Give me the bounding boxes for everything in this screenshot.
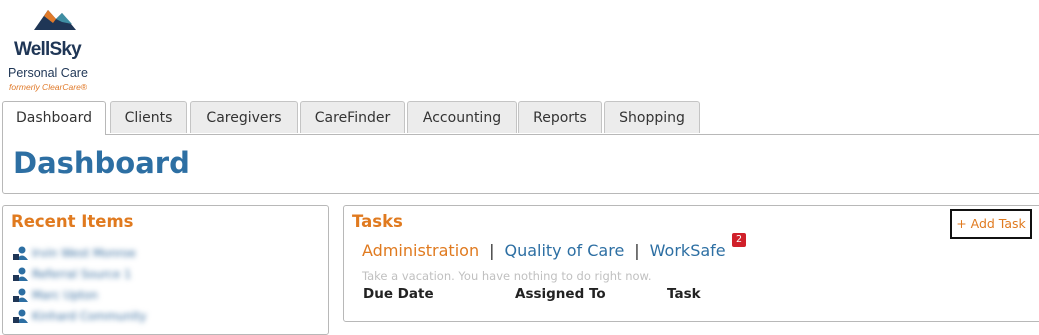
user-icon — [13, 246, 28, 260]
user-icon — [13, 288, 28, 302]
wellsky-logo: WellSky Personal Care formerly ClearCare… — [8, 6, 118, 98]
recent-item-label: Kinhard Community — [32, 308, 147, 323]
recent-item[interactable]: Referral Source 1 — [12, 263, 146, 284]
tab-accounting[interactable]: Accounting — [407, 101, 517, 133]
tab-clients[interactable]: Clients — [110, 101, 187, 133]
tab-dashboard[interactable]: Dashboard — [2, 101, 106, 135]
page-title: Dashboard — [13, 146, 190, 180]
tab-caregivers[interactable]: Caregivers — [190, 101, 298, 133]
dashboard-header-panel: Dashboard — [2, 134, 1039, 194]
brand-name: WellSky — [14, 39, 82, 60]
recent-item[interactable]: Marc Upton — [12, 284, 146, 305]
recent-items-list: Irvin West Monroe Referral Source 1 Marc… — [12, 242, 146, 326]
recent-item-label: Marc Upton — [32, 287, 98, 302]
recent-items-title: Recent Items — [11, 212, 134, 231]
tab-carefinder[interactable]: CareFinder — [300, 101, 405, 133]
brand-product: Personal Care — [8, 66, 88, 80]
recent-items-panel: Recent Items Irvin West Monroe Referral … — [2, 205, 329, 335]
column-header-assigned-to[interactable]: Assigned To — [515, 286, 606, 302]
tab-reports[interactable]: Reports — [518, 101, 602, 133]
user-icon — [13, 309, 28, 323]
recent-item[interactable]: Irvin West Monroe — [12, 242, 146, 263]
column-header-task[interactable]: Task — [667, 286, 701, 302]
filter-administration[interactable]: Administration — [362, 241, 479, 260]
filter-separator: | — [489, 241, 495, 260]
filter-quality-of-care[interactable]: Quality of Care — [504, 241, 624, 260]
filter-worksafe[interactable]: WorkSafe — [650, 241, 726, 260]
add-task-button[interactable]: + Add Task — [950, 209, 1032, 239]
tasks-title: Tasks — [352, 212, 403, 231]
worksafe-count-badge: 2 — [732, 233, 746, 247]
column-header-due-date[interactable]: Due Date — [363, 286, 434, 302]
mountains-logo-icon — [34, 10, 76, 30]
tab-shopping[interactable]: Shopping — [604, 101, 700, 133]
filter-separator: | — [634, 241, 640, 260]
tasks-panel: Tasks + Add Task Administration | Quality … — [343, 205, 1039, 322]
task-filter-bar: Administration | Quality of Care | WorkSafe — [362, 241, 726, 260]
tasks-empty-message: Take a vacation. You have nothing to do … — [362, 269, 652, 283]
recent-item-label: Referral Source 1 — [32, 266, 132, 281]
recent-item-label: Irvin West Monroe — [32, 245, 136, 260]
brand-formerly: formerly ClearCare® — [9, 82, 88, 92]
recent-item[interactable]: Kinhard Community — [12, 305, 146, 326]
user-icon — [13, 267, 28, 281]
